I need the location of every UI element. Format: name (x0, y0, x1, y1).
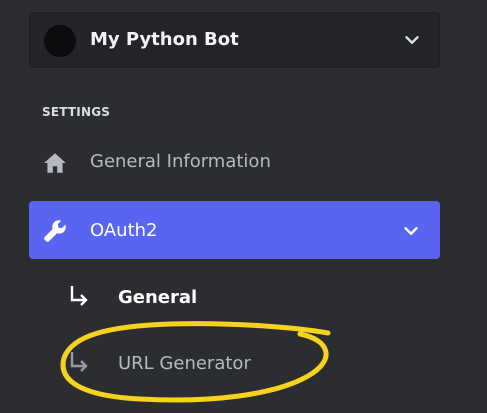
app-avatar (44, 25, 76, 57)
subitem-arrow-icon (70, 352, 88, 372)
sidebar-subitem-label: General (118, 287, 198, 308)
sidebar-subitem-url-generator[interactable]: URL Generator (64, 344, 364, 384)
sidebar-item-label: OAuth2 (90, 220, 158, 241)
home-icon (44, 153, 66, 173)
sidebar-subitem-general[interactable]: General (64, 278, 364, 318)
app-name: My Python Bot (90, 29, 239, 50)
settings-sidebar: My Python Bot SETTINGS General Informati… (0, 0, 487, 413)
chevron-down-icon[interactable] (401, 29, 423, 51)
wrench-icon (44, 220, 66, 242)
sidebar-subitem-label: URL Generator (118, 353, 251, 374)
section-heading-settings: SETTINGS (42, 105, 111, 119)
app-selector[interactable]: My Python Bot (29, 12, 440, 68)
sidebar-item-oauth2[interactable]: OAuth2 (29, 201, 440, 259)
chevron-down-icon[interactable] (400, 220, 422, 242)
sidebar-item-general-information[interactable]: General Information (29, 133, 440, 191)
subitem-arrow-icon (70, 286, 88, 306)
sidebar-item-label: General Information (90, 151, 271, 172)
